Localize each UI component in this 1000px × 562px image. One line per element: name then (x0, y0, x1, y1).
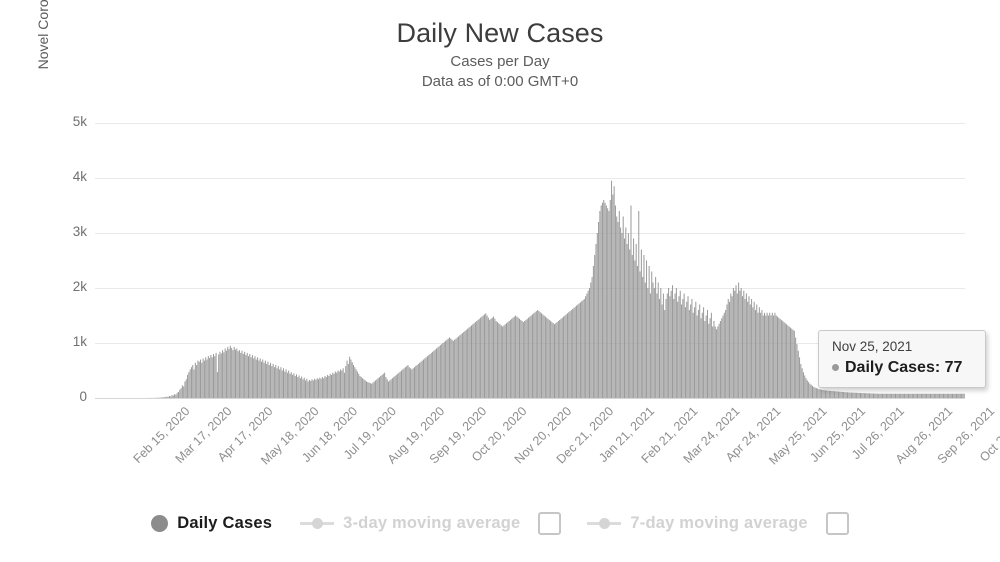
tooltip: Nov 25, 2021 Daily Cases: 77 (818, 330, 986, 388)
chart-header: Daily New Cases Cases per Day Data as of… (0, 18, 1000, 92)
checkbox-7day-average[interactable] (825, 512, 849, 535)
tooltip-value-row: Daily Cases: 77 (832, 357, 972, 378)
y-tick-label: 2k (72, 279, 87, 294)
legend-label-3day-average: 3-day moving average (343, 514, 521, 532)
y-tick-label: 3k (72, 224, 87, 239)
checkbox-3day-average[interactable] (538, 512, 562, 535)
legend-label-7day-average: 7-day moving average (630, 514, 808, 532)
legend-item-daily-cases[interactable]: Daily Cases (151, 514, 272, 533)
chart-data-asof: Data as of 0:00 GMT+0 (421, 73, 579, 90)
chart-subtitle: Cases per Day (450, 53, 550, 70)
y-tick-label: 5k (72, 114, 87, 129)
tooltip-date: Nov 25, 2021 (832, 339, 913, 354)
tooltip-value: Daily Cases: 77 (845, 359, 963, 376)
gridline (95, 398, 965, 399)
line-marker-icon (587, 518, 622, 529)
page-title: Daily New Cases (396, 18, 604, 48)
legend-label-daily-cases: Daily Cases (177, 514, 273, 532)
y-axis-title: Novel Coronavirus Daily Cases (35, 0, 51, 105)
y-tick-label: 1k (72, 334, 87, 349)
chart-page: Daily New Cases Cases per Day Data as of… (0, 0, 1000, 562)
legend-item-7day-average[interactable]: 7-day moving average (587, 514, 808, 533)
legend: Daily Cases 3-day moving average 7-day m… (0, 512, 1000, 535)
series-dot-icon (832, 364, 839, 371)
y-tick-label: 4k (72, 169, 87, 184)
line-marker-icon (300, 518, 335, 529)
circle-marker-icon (151, 515, 169, 532)
y-tick-label: 0 (79, 389, 87, 404)
legend-item-3day-average[interactable]: 3-day moving average (300, 514, 520, 533)
